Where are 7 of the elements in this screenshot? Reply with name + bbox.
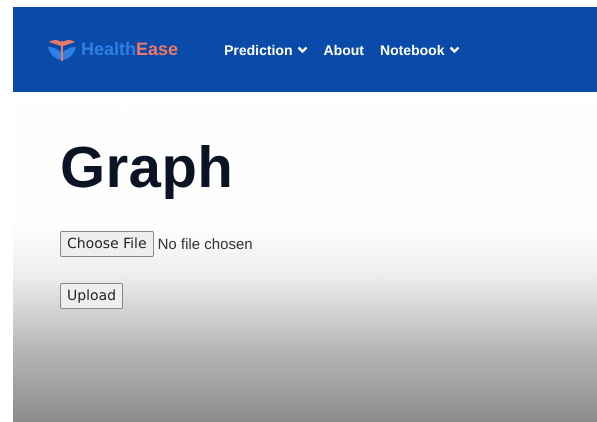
file-status: No file chosen	[158, 236, 253, 252]
upload-button[interactable]: Upload	[60, 283, 124, 309]
choose-file-button[interactable]: Choose File	[60, 231, 154, 257]
nav-link[interactable]: About	[324, 42, 364, 58]
nav-link[interactable]: Notebook	[380, 42, 460, 58]
page-heading: Graph	[60, 134, 234, 201]
nav-link[interactable]: Prediction	[224, 42, 308, 58]
